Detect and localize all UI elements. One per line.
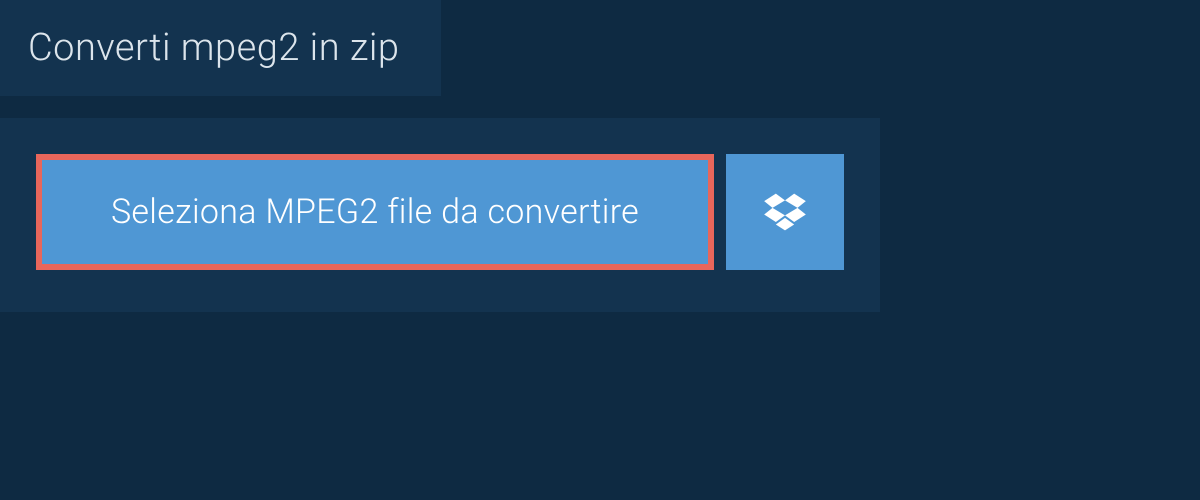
file-select-panel: Seleziona MPEG2 file da convertire (0, 118, 880, 312)
select-file-label: Seleziona MPEG2 file da convertire (111, 192, 639, 232)
dropbox-icon (764, 192, 806, 232)
page-title: Converti mpeg2 in zip (28, 26, 399, 70)
select-file-button[interactable]: Seleziona MPEG2 file da convertire (36, 154, 714, 270)
header-tab: Converti mpeg2 in zip (0, 0, 441, 96)
dropbox-button[interactable] (726, 154, 844, 270)
